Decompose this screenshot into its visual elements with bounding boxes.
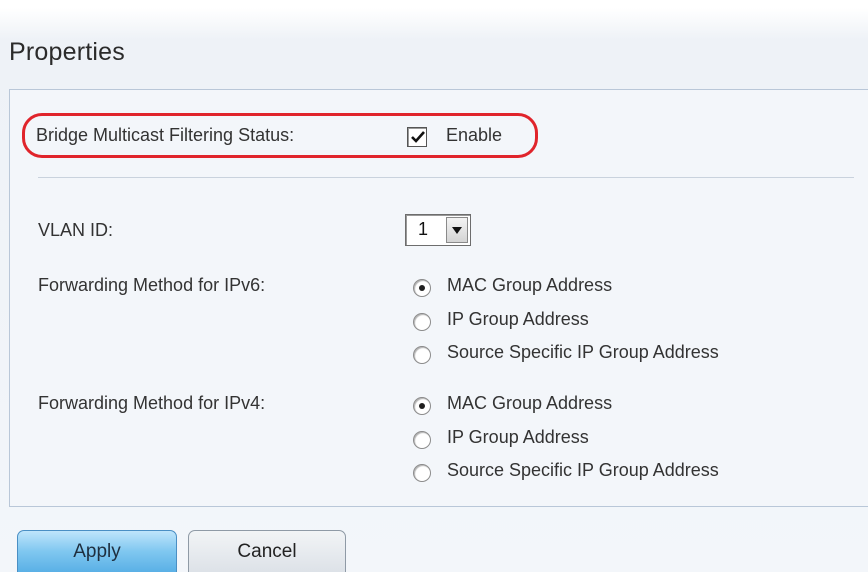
checkmark-icon (411, 131, 425, 143)
ipv6-ip-group-radio[interactable] (413, 313, 431, 331)
apply-button[interactable]: Apply (17, 530, 177, 572)
vlan-dropdown-button[interactable] (446, 217, 468, 243)
properties-page: Properties Bridge Multicast Filtering St… (0, 0, 868, 572)
vlan-id-label: VLAN ID: (38, 220, 114, 240)
page-title: Properties (9, 38, 125, 66)
vlan-id-select[interactable]: 1 (405, 214, 471, 246)
ipv4-ip-group-label: IP Group Address (447, 427, 589, 447)
ipv6-source-specific-label: Source Specific IP Group Address (447, 342, 719, 362)
ipv4-source-specific-radio[interactable] (413, 464, 431, 482)
filtering-enable-checkbox[interactable] (407, 127, 427, 147)
filtering-status-label: Bridge Multicast Filtering Status: (36, 125, 295, 145)
filtering-enable-label: Enable (446, 125, 503, 145)
ipv6-mac-group-radio[interactable] (413, 279, 431, 297)
ipv4-forwarding-label: Forwarding Method for IPv4: (38, 393, 266, 413)
ipv4-source-specific-label: Source Specific IP Group Address (447, 460, 719, 480)
section-divider (38, 177, 854, 178)
triangle-down-icon (452, 227, 462, 234)
vlan-id-value: 1 (418, 219, 429, 239)
ipv4-ip-group-radio[interactable] (413, 431, 431, 449)
ipv6-mac-group-label: MAC Group Address (447, 275, 613, 295)
ipv6-forwarding-label: Forwarding Method for IPv6: (38, 275, 266, 295)
ipv6-source-specific-radio[interactable] (413, 346, 431, 364)
ipv4-mac-group-label: MAC Group Address (447, 393, 613, 413)
cancel-button[interactable]: Cancel (188, 530, 346, 572)
ipv4-mac-group-radio[interactable] (413, 397, 431, 415)
ipv6-ip-group-label: IP Group Address (447, 309, 589, 329)
